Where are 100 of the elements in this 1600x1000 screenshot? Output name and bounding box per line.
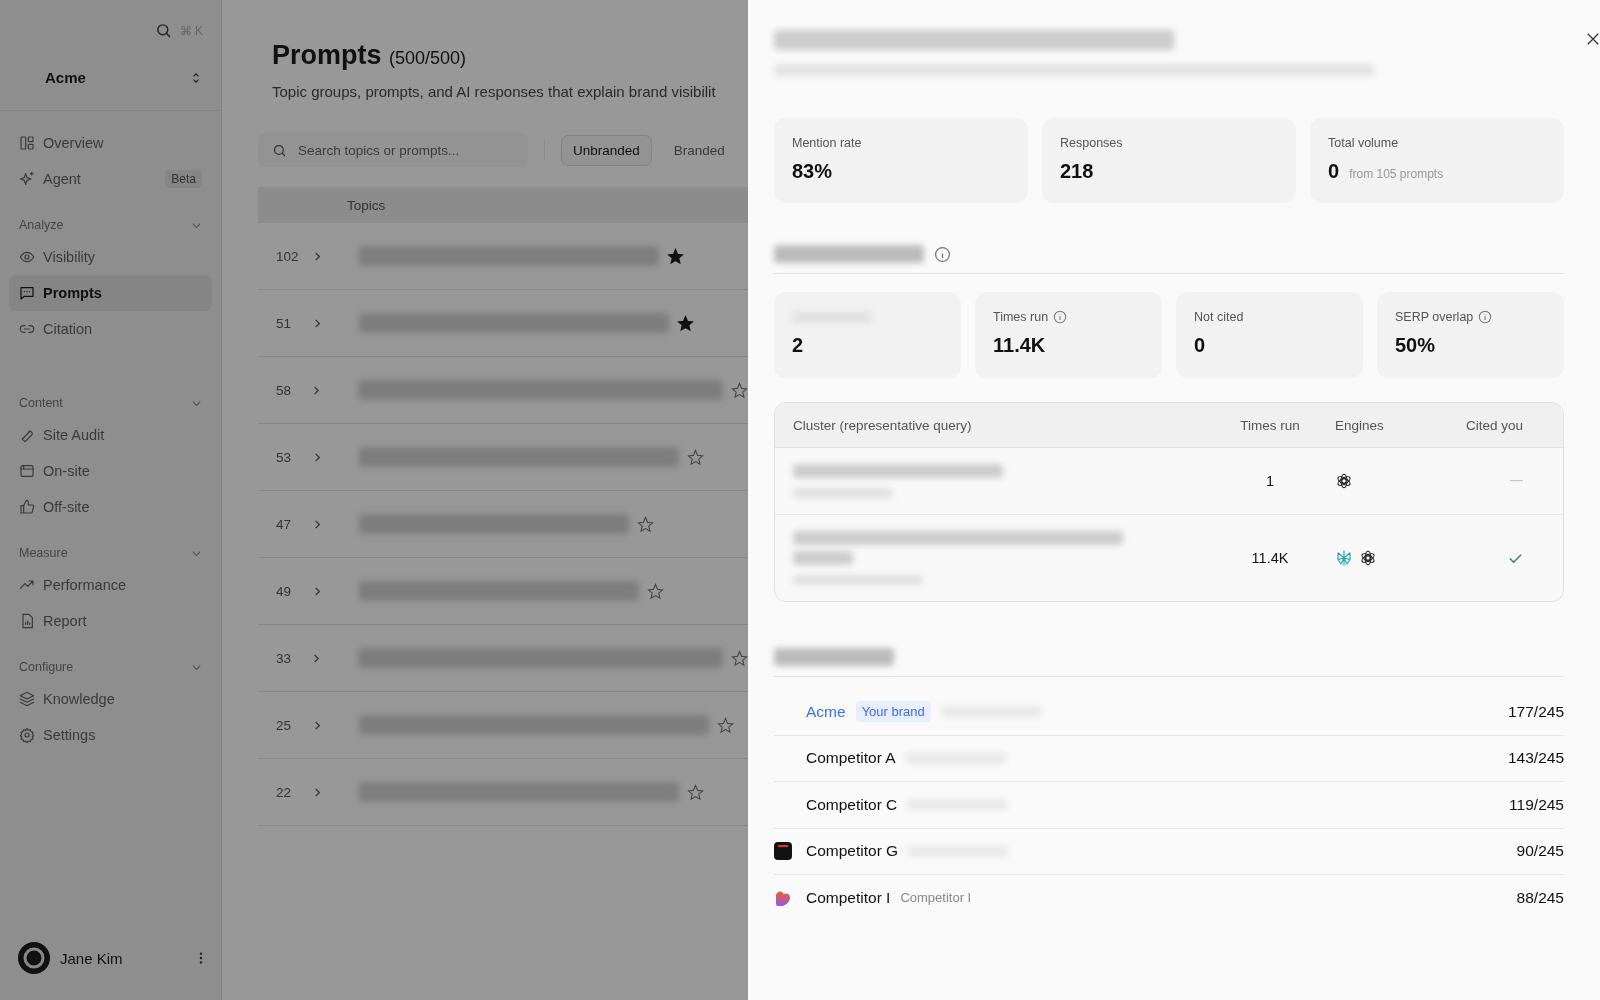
metric-value: 0 bbox=[1194, 334, 1206, 357]
nav-item[interactable]: Agent Beta bbox=[9, 161, 212, 197]
metric-value: 2 bbox=[792, 334, 804, 357]
chevron-right-icon[interactable] bbox=[312, 585, 323, 597]
workspace-switcher[interactable]: Acme bbox=[0, 39, 221, 111]
search-icon bbox=[272, 143, 287, 158]
nav-item[interactable]: Site Audit bbox=[9, 417, 212, 453]
stat-value: 218 bbox=[1060, 160, 1094, 183]
stat-note: from 105 prompts bbox=[1349, 167, 1444, 181]
layout-icon bbox=[19, 135, 35, 151]
nav-item[interactable]: Performance bbox=[9, 567, 212, 603]
nav-item[interactable]: Overview bbox=[9, 125, 212, 161]
prompt-count: 49 bbox=[276, 583, 293, 599]
beta-badge: Beta bbox=[165, 170, 202, 188]
star-icon[interactable] bbox=[717, 716, 734, 734]
info-icon[interactable] bbox=[934, 245, 951, 263]
prompt-count: 53 bbox=[276, 449, 293, 465]
metric-value: 11.4K bbox=[993, 334, 1046, 357]
brand-tag: Your brand bbox=[855, 701, 931, 723]
nav-item[interactable]: On-site bbox=[9, 453, 212, 489]
metric-label: Times run bbox=[993, 310, 1049, 324]
layers-icon bbox=[19, 691, 35, 707]
stat-value: 83% bbox=[792, 160, 833, 183]
chevron-up-down-icon bbox=[191, 70, 201, 85]
stat-label: Mention rate bbox=[792, 135, 863, 151]
report-icon bbox=[19, 613, 35, 629]
brand-name: Competitor C bbox=[806, 795, 898, 814]
chevron-right-icon[interactable] bbox=[312, 317, 323, 329]
brand-name: Competitor A bbox=[806, 749, 896, 768]
column-header: Times run bbox=[1239, 417, 1301, 433]
eye-icon bbox=[19, 249, 35, 265]
close-icon[interactable] bbox=[1586, 32, 1600, 46]
chevron-right-icon[interactable] bbox=[312, 518, 323, 530]
prompt-count: 33 bbox=[276, 650, 293, 666]
info-icon[interactable] bbox=[1053, 310, 1068, 324]
app-logo-icon bbox=[774, 842, 792, 861]
stat-label: Total volume bbox=[1328, 135, 1400, 151]
search-field[interactable]: Search topics or prompts... bbox=[258, 133, 528, 167]
chat-icon bbox=[19, 285, 35, 301]
section-heading: Configure bbox=[19, 660, 74, 674]
sparkle-icon bbox=[19, 171, 35, 187]
metric-value: 50% bbox=[1395, 334, 1436, 357]
search-icon[interactable] bbox=[154, 22, 172, 39]
settings-icon bbox=[19, 727, 35, 743]
more-icon[interactable] bbox=[199, 951, 203, 965]
page-title: Prompts bbox=[272, 40, 382, 70]
prompt-count: 25 bbox=[276, 717, 293, 733]
column-header: Topics bbox=[347, 197, 386, 213]
section-heading: Analyze bbox=[19, 218, 64, 232]
thumbs-up-icon bbox=[19, 499, 35, 515]
filter-tab[interactable]: Unbranded bbox=[561, 134, 652, 166]
star-icon[interactable] bbox=[687, 783, 704, 801]
brand-name: Competitor I bbox=[806, 888, 891, 907]
star-icon[interactable] bbox=[647, 582, 664, 600]
star-icon[interactable] bbox=[667, 247, 684, 265]
nav-item[interactable]: Citation bbox=[9, 311, 212, 347]
column-header: Cited you bbox=[1464, 417, 1524, 433]
nav-item[interactable]: Prompts bbox=[9, 275, 212, 311]
star-icon[interactable] bbox=[731, 649, 748, 667]
chevron-right-icon[interactable] bbox=[312, 250, 323, 262]
table-cell-text: 11.4K bbox=[1250, 550, 1290, 566]
nav-item[interactable]: Settings bbox=[9, 717, 212, 753]
star-icon[interactable] bbox=[731, 381, 748, 399]
knot-logo-icon bbox=[1335, 472, 1353, 490]
chevron-right-icon[interactable] bbox=[311, 384, 322, 396]
metric-label: Not cited bbox=[1194, 310, 1244, 324]
chevron-right-icon[interactable] bbox=[312, 786, 323, 798]
star-icon[interactable] bbox=[637, 515, 654, 533]
snowflake-logo-icon bbox=[1335, 549, 1353, 567]
table-cell-text: 1 bbox=[1264, 473, 1276, 489]
brand-score: 88/245 bbox=[1516, 888, 1564, 907]
nav-item[interactable]: Off-site bbox=[9, 489, 212, 525]
dash-icon bbox=[1510, 480, 1523, 482]
window-icon bbox=[19, 463, 35, 479]
wrench-icon bbox=[19, 427, 35, 443]
column-header: Engines bbox=[1334, 417, 1385, 433]
nav-item[interactable]: Report bbox=[9, 603, 212, 639]
stat-label: Responses bbox=[1060, 135, 1124, 151]
info-icon[interactable] bbox=[1478, 310, 1493, 324]
metric-label: SERP overlap bbox=[1395, 310, 1474, 324]
brand-name: Competitor G bbox=[806, 842, 899, 861]
brand-score: 143/245 bbox=[1507, 749, 1564, 768]
column-header: Cluster (representative query) bbox=[793, 417, 973, 433]
chevron-right-icon[interactable] bbox=[311, 652, 322, 664]
page-subtitle: Topic groups, prompts, and AI responses that explain brand visibilit bbox=[272, 83, 717, 100]
star-icon[interactable] bbox=[677, 314, 694, 332]
stat-value: 0 bbox=[1328, 160, 1340, 183]
prompt-count: 102 bbox=[276, 248, 300, 264]
brand-score: 177/245 bbox=[1507, 702, 1564, 721]
star-icon[interactable] bbox=[687, 448, 704, 466]
prompt-count: 58 bbox=[276, 382, 293, 398]
section-heading: Content bbox=[19, 396, 63, 410]
prompt-count: 22 bbox=[276, 784, 293, 800]
chevron-right-icon[interactable] bbox=[312, 719, 323, 731]
nav-item[interactable]: Knowledge bbox=[9, 681, 212, 717]
nav-item[interactable]: Visibility bbox=[9, 239, 212, 275]
filter-tab[interactable]: Branded bbox=[661, 134, 737, 166]
prompt-count: 51 bbox=[276, 315, 293, 331]
chevron-right-icon[interactable] bbox=[312, 451, 323, 463]
brand-score: 119/245 bbox=[1509, 795, 1564, 814]
